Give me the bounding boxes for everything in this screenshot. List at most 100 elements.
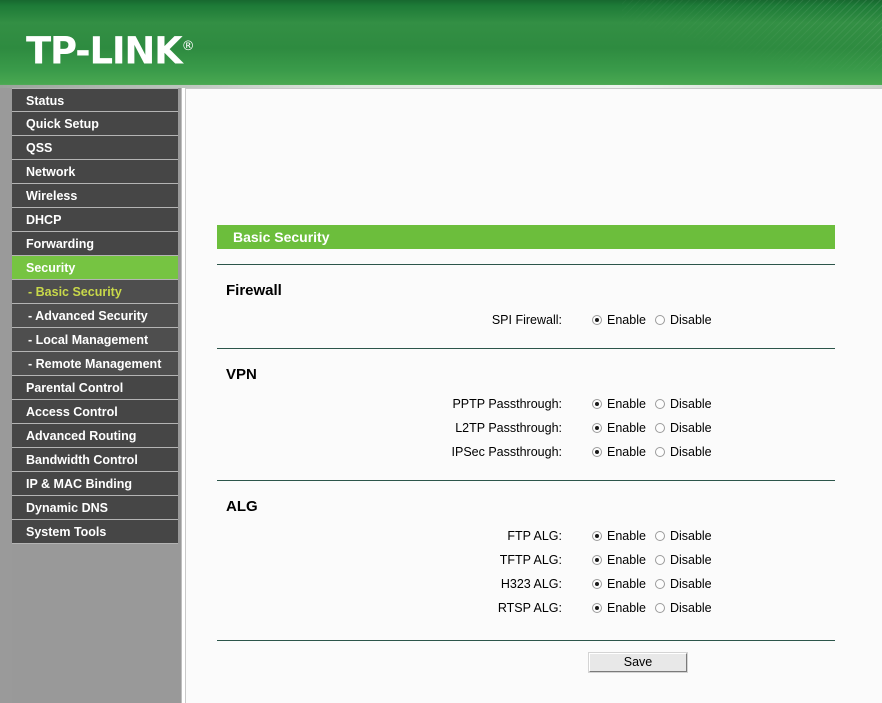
radio-tftp-alg-disable[interactable]: Disable — [654, 548, 712, 572]
sidebar-item-advanced-routing[interactable]: Advanced Routing — [12, 424, 178, 448]
section-title-firewall: Firewall — [226, 282, 282, 299]
radio-label: Disable — [669, 553, 712, 567]
section-divider — [217, 264, 835, 265]
sidebar-item-bandwidth-control[interactable]: Bandwidth Control — [12, 448, 178, 472]
main-content-panel: Basic Security Firewall SPI Firewall: Enab… — [185, 88, 882, 703]
radio-label: Enable — [607, 445, 646, 459]
radio-ftp-alg-enable[interactable]: Enable — [592, 524, 646, 548]
radio-label: Disable — [669, 445, 712, 459]
radio-label: Enable — [607, 313, 646, 327]
field-label-ipsec-passthrough: IPSec Passthrough: — [451, 445, 562, 459]
field-row-l2tp-passthrough: L2TP Passthrough: Enable Disable — [217, 416, 835, 440]
radio-label: Disable — [669, 529, 712, 543]
radio-ipsec-passthrough-disable[interactable]: Disable — [654, 440, 712, 464]
radio-group-ftp-alg: Enable Disable — [592, 524, 721, 548]
radio-h323-alg-disable[interactable]: Disable — [654, 572, 712, 596]
radio-label: Enable — [607, 577, 646, 591]
field-row-tftp-alg: TFTP ALG: Enable Disable — [217, 548, 835, 572]
radio-tftp-alg-enable[interactable]: Enable — [592, 548, 646, 572]
sidebar-item-forwarding[interactable]: Forwarding — [12, 232, 178, 256]
sidebar-item-local-management[interactable]: - Local Management — [12, 328, 178, 352]
section-divider — [217, 348, 835, 349]
radio-button-icon[interactable] — [592, 603, 602, 613]
sidebar-item-parental-control[interactable]: Parental Control — [12, 376, 178, 400]
radio-spi-firewall-disable[interactable]: Disable — [654, 308, 712, 332]
field-row-h323-alg: H323 ALG: Enable Disable — [217, 572, 835, 596]
radio-group-h323-alg: Enable Disable — [592, 572, 721, 596]
sidebar-item-security[interactable]: Security — [12, 256, 178, 280]
radio-group-tftp-alg: Enable Disable — [592, 548, 721, 572]
radio-group-ipsec-passthrough: Enable Disable — [592, 440, 721, 464]
radio-button-icon[interactable] — [654, 423, 665, 433]
radio-pptp-passthrough-enable[interactable]: Enable — [592, 392, 646, 416]
logo-text: TP-LINK — [26, 29, 183, 73]
field-row-pptp-passthrough: PPTP Passthrough: Enable Disable — [217, 392, 835, 416]
radio-group-pptp-passthrough: Enable Disable — [592, 392, 721, 416]
radio-button-icon[interactable] — [654, 399, 665, 409]
sidebar-item-quick-setup[interactable]: Quick Setup — [12, 112, 178, 136]
sidebar-left-strip — [0, 88, 12, 703]
field-row-rtsp-alg: RTSP ALG: Enable Disable — [217, 596, 835, 620]
radio-label: Enable — [607, 529, 646, 543]
radio-label: Enable — [607, 553, 646, 567]
radio-button-icon[interactable] — [592, 399, 602, 409]
radio-l2tp-passthrough-disable[interactable]: Disable — [654, 416, 712, 440]
radio-pptp-passthrough-disable[interactable]: Disable — [654, 392, 712, 416]
field-label-rtsp-alg: RTSP ALG: — [497, 601, 562, 615]
field-row-spi-firewall: SPI Firewall: Enable Disable — [217, 308, 835, 332]
radio-button-icon[interactable] — [592, 579, 602, 589]
radio-button-icon[interactable] — [654, 531, 665, 541]
sidebar-item-remote-management[interactable]: - Remote Management — [12, 352, 178, 376]
radio-button-icon[interactable] — [654, 579, 665, 589]
radio-label: Disable — [669, 397, 712, 411]
radio-group-rtsp-alg: Enable Disable — [592, 596, 721, 620]
radio-button-icon[interactable] — [654, 447, 665, 457]
radio-button-icon[interactable] — [654, 315, 665, 325]
radio-ipsec-passthrough-enable[interactable]: Enable — [592, 440, 646, 464]
radio-label: Disable — [669, 421, 712, 435]
radio-l2tp-passthrough-enable[interactable]: Enable — [592, 416, 646, 440]
header-diagonal-pattern — [622, 0, 882, 70]
page-title: Basic Security — [217, 225, 835, 249]
field-label-ftp-alg: FTP ALG: — [507, 529, 562, 543]
radio-button-icon[interactable] — [592, 555, 602, 565]
sidebar-item-ip-mac-binding[interactable]: IP & MAC Binding — [12, 472, 178, 496]
radio-ftp-alg-disable[interactable]: Disable — [654, 524, 712, 548]
radio-spi-firewall-enable[interactable]: Enable — [592, 308, 646, 332]
field-row-ftp-alg: FTP ALG: Enable Disable — [217, 524, 835, 548]
radio-button-icon[interactable] — [592, 447, 602, 457]
sidebar-navigation: Status Quick Setup QSS Network Wireless DHCP F… — [0, 88, 182, 703]
sidebar-item-advanced-security[interactable]: - Advanced Security — [12, 304, 178, 328]
radio-label: Enable — [607, 397, 646, 411]
radio-rtsp-alg-disable[interactable]: Disable — [654, 596, 712, 620]
radio-h323-alg-enable[interactable]: Enable — [592, 572, 646, 596]
sidebar-menu-list: Status Quick Setup QSS Network Wireless DHCP F… — [12, 88, 178, 544]
sidebar-item-qss[interactable]: QSS — [12, 136, 178, 160]
sidebar-item-dhcp[interactable]: DHCP — [12, 208, 178, 232]
radio-button-icon[interactable] — [592, 531, 602, 541]
save-button[interactable]: Save — [589, 653, 687, 672]
radio-rtsp-alg-enable[interactable]: Enable — [592, 596, 646, 620]
radio-button-icon[interactable] — [654, 555, 665, 565]
field-label-spi-firewall: SPI Firewall: — [491, 313, 562, 327]
radio-group-l2tp-passthrough: Enable Disable — [592, 416, 721, 440]
sidebar-empty-area — [12, 544, 178, 703]
radio-label: Disable — [669, 313, 712, 327]
radio-button-icon[interactable] — [592, 315, 602, 325]
sidebar-item-status[interactable]: Status — [12, 88, 178, 112]
radio-button-icon[interactable] — [654, 603, 665, 613]
radio-button-icon[interactable] — [592, 423, 602, 433]
sidebar-item-basic-security[interactable]: - Basic Security — [12, 280, 178, 304]
field-label-pptp-passthrough: PPTP Passthrough: — [452, 397, 562, 411]
field-row-ipsec-passthrough: IPSec Passthrough: Enable Disable — [217, 440, 835, 464]
sidebar-item-dynamic-dns[interactable]: Dynamic DNS — [12, 496, 178, 520]
section-title-vpn: VPN — [226, 366, 257, 383]
section-title-alg: ALG — [226, 498, 258, 515]
radio-label: Enable — [607, 601, 646, 615]
sidebar-item-system-tools[interactable]: System Tools — [12, 520, 178, 544]
sidebar-item-wireless[interactable]: Wireless — [12, 184, 178, 208]
field-label-l2tp-passthrough: L2TP Passthrough: — [455, 421, 562, 435]
sidebar-item-network[interactable]: Network — [12, 160, 178, 184]
sidebar-item-access-control[interactable]: Access Control — [12, 400, 178, 424]
registered-trademark-icon: ® — [181, 39, 195, 54]
